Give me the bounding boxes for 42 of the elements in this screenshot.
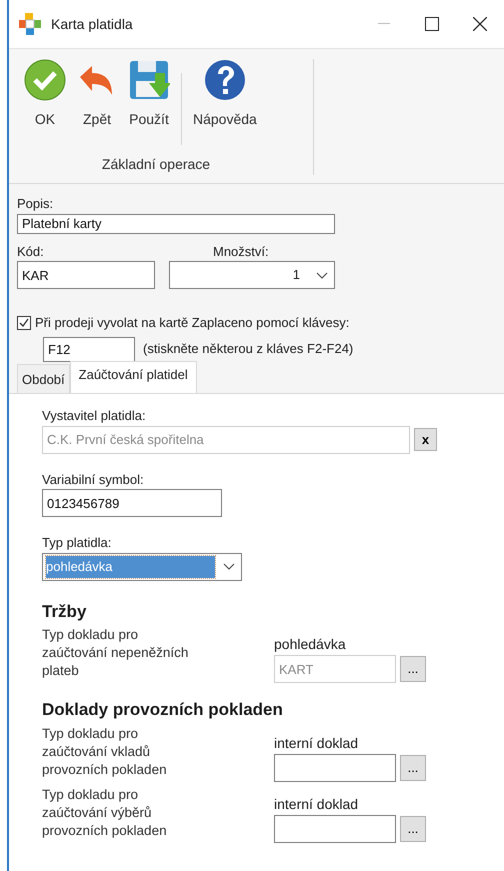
- variable-symbol-field[interactable]: 0123456789: [42, 489, 222, 518]
- code-field[interactable]: KAR: [17, 261, 155, 290]
- checkbox-label: Při prodeji vyvolat na kartě Zaplaceno pomocí klávesy:: [35, 314, 350, 332]
- close-icon: [473, 17, 487, 31]
- group-label: Základní operace: [100, 155, 212, 174]
- value-caption: interní doklad: [274, 734, 360, 753]
- help-button[interactable]: Nápověda: [188, 59, 262, 130]
- value-caption: interní doklad: [274, 794, 360, 814]
- tab[interactable]: Období: [17, 364, 70, 394]
- ok-button[interactable]: OK: [19, 59, 71, 130]
- description-field[interactable]: Platební karty: [17, 214, 335, 234]
- help-icon: [204, 59, 246, 101]
- minimize-icon: [378, 23, 390, 25]
- field-label: Množství:: [213, 242, 270, 261]
- chevron-down-icon: [316, 272, 328, 279]
- field-label: Vystavitel platidla:: [42, 407, 147, 426]
- browse-button[interactable]: ...: [400, 816, 426, 842]
- field-label: Kód:: [17, 242, 45, 261]
- tab[interactable]: Zaúčtování platidel: [70, 360, 197, 394]
- value-caption: pohledávka: [274, 635, 347, 654]
- browse-button[interactable]: ...: [400, 754, 426, 781]
- hotkey-field[interactable]: F12: [43, 336, 135, 362]
- checkbox[interactable]: [17, 316, 31, 330]
- field-label: Variabilní symbol:: [42, 470, 145, 489]
- app-icon: [19, 13, 41, 35]
- row-label: Typ dokladu pro zaúčtování nepeněžních plateb: [42, 626, 190, 680]
- quantity-select[interactable]: 1: [169, 261, 335, 290]
- hint-text: (stiskněte některou z kláves F2-F24): [143, 340, 354, 358]
- row-label: Typ dokladu pro zaúčtování vkladů provozních pokladen: [42, 724, 168, 779]
- section-heading: Tržby: [42, 600, 88, 623]
- section-heading: Doklady provozních pokladen: [42, 699, 284, 722]
- check-circle-icon: [24, 59, 66, 101]
- row-label: Typ dokladu pro zaúčtování výběrů provozních pokladen: [42, 786, 168, 840]
- document-type-field[interactable]: [274, 814, 396, 843]
- field-label: Popis:: [17, 195, 54, 213]
- document-type-field[interactable]: [274, 754, 396, 782]
- chevron-down-icon: [223, 563, 235, 570]
- maximize-icon: [425, 17, 439, 31]
- apply-button[interactable]: Použít: [123, 59, 175, 130]
- field-label: Typ platidla:: [42, 534, 112, 552]
- back-button[interactable]: Zpět: [71, 59, 123, 130]
- window-title: Karta platidla: [51, 14, 134, 34]
